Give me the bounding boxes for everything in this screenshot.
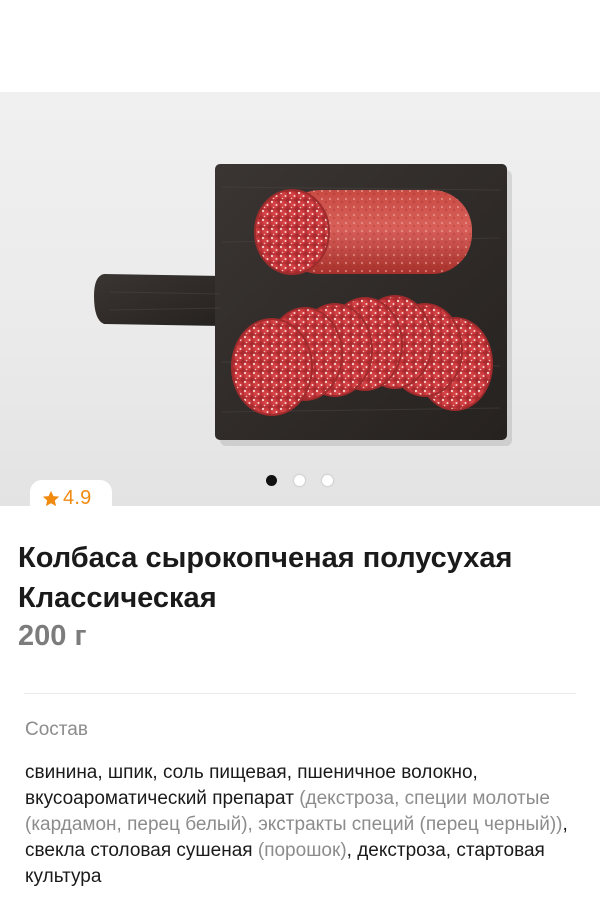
pagination-dot-2[interactable] xyxy=(294,475,305,486)
pagination-dot-1[interactable] xyxy=(266,475,277,486)
divider xyxy=(24,693,576,694)
rating-value: 4.9 xyxy=(63,487,92,509)
rating-badge[interactable]: 4.9 xyxy=(30,480,112,514)
pagination-dot-3[interactable] xyxy=(322,475,333,486)
composition-text: свинина, шпик, соль пищевая, пшеничное в… xyxy=(25,760,585,890)
product-page: 4.9 Колбаса сырокопченая полусухая Класс… xyxy=(0,0,600,899)
composition-part-powder: (порошок) xyxy=(257,840,347,861)
star-icon xyxy=(42,490,60,507)
composition-label: Состав xyxy=(25,719,88,740)
salami-on-board-photo xyxy=(94,164,512,446)
product-photo-gallery[interactable] xyxy=(0,92,600,506)
product-title: Колбаса сырокопченая полусухая Классичес… xyxy=(18,542,513,614)
product-weight: 200 г xyxy=(18,620,87,652)
